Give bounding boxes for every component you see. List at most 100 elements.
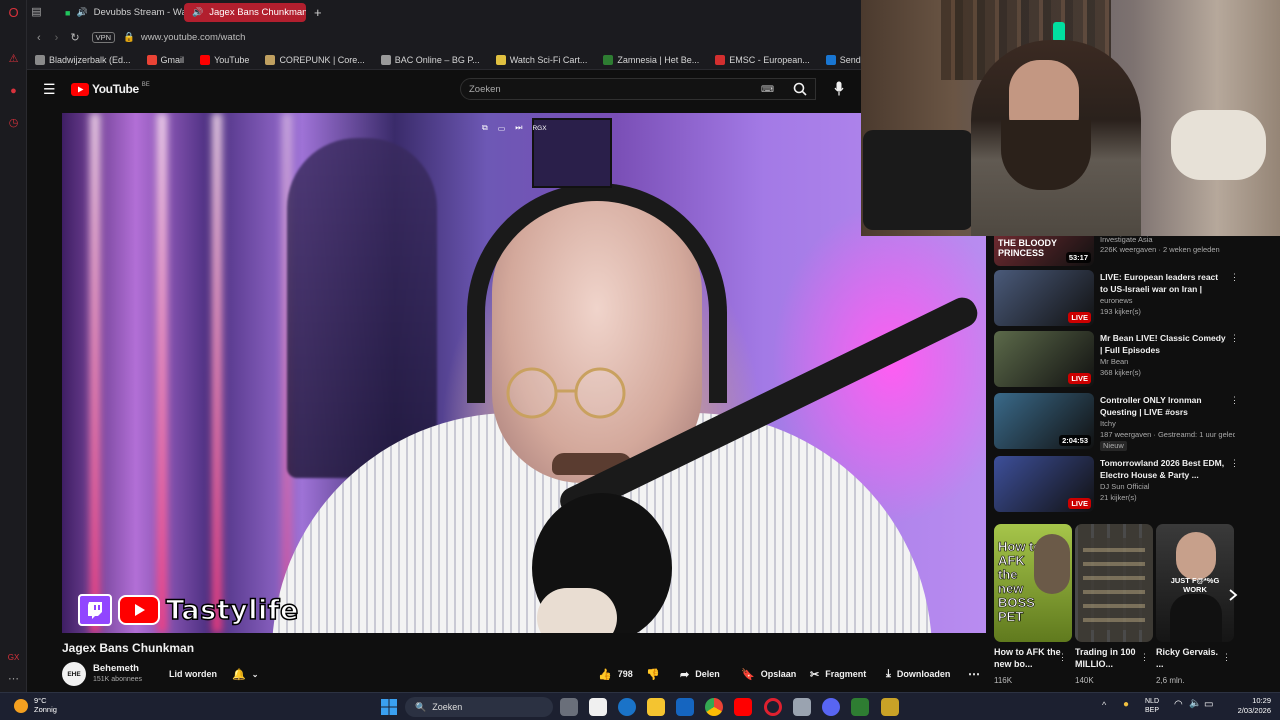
short-menu-icon[interactable]: ⋮ [1140,652,1149,663]
calculator-icon[interactable] [793,698,811,716]
gx-icon[interactable]: GX [6,650,21,665]
tray-chevron-icon[interactable]: ^ [1102,700,1106,710]
join-button[interactable]: Lid worden [169,664,217,684]
tab-menu-icon[interactable]: ▤ [29,5,44,20]
short-thumbnail[interactable]: How to AFK the new BOSS PET [994,524,1072,642]
reload-icon[interactable]: ↻ [70,31,79,44]
short-title[interactable]: Trading in 100 MILLIO... [1075,646,1147,670]
recommendation-channel[interactable]: Mr Bean [1100,357,1235,367]
tab-jagex[interactable]: 🔊 Jagex Bans Chunkman [184,3,306,22]
history-icon[interactable]: ◷ [6,116,21,131]
app-icon[interactable] [851,698,869,716]
keyboard-icon[interactable]: ⌨ [761,84,774,95]
share-button[interactable]: ➦ Delen [680,664,720,684]
bookmark-item[interactable]: Send or Transfer... [818,54,861,65]
bookmark-item[interactable]: BAC Online – BG P... [373,54,488,65]
recommendation-title[interactable]: Controller ONLY Ironman Questing | LIVE … [1100,395,1226,418]
url-field[interactable]: www.youtube.com/watch [141,32,246,43]
bookmark-item[interactable]: Zamnesia | Het Be... [595,54,707,65]
league-icon[interactable] [881,698,899,716]
recommendation-title[interactable]: Tomorrowland 2026 Best EDM, Electro Hous… [1100,458,1226,481]
more-actions-button[interactable]: ⋯ [968,664,980,684]
save-button[interactable]: 🔖 Opslaan [741,664,796,684]
store-icon[interactable] [589,698,607,716]
windows-start-icon[interactable] [381,699,397,715]
bookmark-item[interactable]: YouTube [192,54,257,65]
taskbar-search[interactable]: 🔍 Zoeken [405,697,553,717]
tray-app-icon[interactable]: ● [1123,699,1129,710]
short-thumbnail[interactable]: JUST F@*%G WORK [1156,524,1234,642]
notifications-button[interactable]: 🔔 ⌄ [232,664,258,684]
more-options-icon[interactable]: ⋮ [1230,458,1239,469]
short-thumbnail[interactable] [1075,524,1153,642]
player-extension-label[interactable]: RGX [532,125,546,132]
recommendation-title[interactable]: LIVE: European leaders react to US-Israe… [1100,272,1226,296]
recommendation-title[interactable]: Mr Bean LIVE! Classic Comedy | Full Epis… [1100,333,1226,356]
bookmark-item[interactable]: COREPUNK | Core... [257,54,372,65]
theater-icon[interactable]: ▭ [498,124,506,133]
bookmark-item[interactable]: EMSC - European... [707,54,818,65]
video-player[interactable]: ⧉ ▭ ⏭ RGX Tastylife [62,113,986,633]
search-input[interactable]: Zoeken ⌨ [460,78,816,100]
youtube-app-icon[interactable] [734,698,752,716]
microphone-icon[interactable] [834,81,844,96]
subscriber-count: 151K abonnees [93,676,143,683]
bookmark-item[interactable]: Watch Sci-Fi Cart... [488,54,596,65]
recommendation-thumbnail[interactable]: LIVE [994,331,1094,387]
recommendation-item[interactable]: LIVE Tomorrowland 2026 Best EDM, Electro … [994,456,1244,514]
channel-name[interactable]: Behemeth [93,663,139,674]
new-tab-button[interactable]: + [310,3,330,22]
recommendation-thumbnail[interactable]: LIVE [994,456,1094,512]
vpn-badge[interactable]: VPN [91,32,115,43]
recommendation-item[interactable]: 2:04:53 Controller ONLY Ironman Questing … [994,393,1244,451]
next-icon[interactable]: ⏭ [515,123,522,133]
messenger-icon[interactable]: ● [6,84,21,99]
recommendation-channel[interactable]: DJ Sun Official [1100,482,1235,492]
weather-widget[interactable]: 9°C Zonnig [34,696,57,714]
language-indicator[interactable]: NLD BEP [1145,697,1159,715]
more-options-icon[interactable]: ⋮ [1230,333,1239,344]
like-button[interactable]: 👍 798 [598,664,633,684]
recommendation-thumbnail[interactable]: 53:17 THE BLOODY PRINCESS [994,236,1094,266]
file-explorer-icon[interactable] [647,698,665,716]
recommendation-channel[interactable]: Itchy [1100,419,1235,429]
short-menu-icon[interactable]: ⋮ [1058,652,1067,663]
more-icon[interactable]: ⋯ [6,672,21,687]
channel-avatar[interactable]: EHE [62,662,86,686]
recommendation-thumbnail[interactable]: 2:04:53 [994,393,1094,449]
more-options-icon[interactable]: ⋮ [1230,395,1239,406]
back-icon[interactable]: ‹ [37,32,41,44]
recommendation-channel[interactable]: euronews [1100,296,1235,306]
bookmark-item[interactable]: Bladwijzerbalk (Ed... [27,54,139,65]
youtube-logo[interactable]: YouTube BE [71,82,150,96]
download-button[interactable]: ⤓ Downloaden [886,664,950,684]
task-view-icon[interactable] [560,698,578,716]
clip-button[interactable]: ✂ Fragment [810,664,866,684]
sun-icon[interactable] [14,699,28,713]
battery-icon[interactable]: ▭ [1204,699,1213,710]
opera-gx-icon[interactable] [764,698,782,716]
search-icon[interactable] [793,82,807,96]
volume-icon[interactable]: 🔈 [1189,698,1201,709]
bookmark-item[interactable]: Gmail [139,54,193,65]
more-options-icon[interactable]: ⋮ [1230,272,1239,283]
dislike-button[interactable]: 👎 [646,664,660,684]
chrome-icon[interactable] [705,698,723,716]
forward-icon[interactable]: › [55,32,59,44]
outlook-icon[interactable] [676,698,694,716]
short-title[interactable]: Ricky Gervais. ... [1156,646,1228,670]
wifi-icon[interactable]: ◠ [1174,699,1183,710]
miniplayer-icon[interactable]: ⧉ [482,123,488,133]
recommendation-item[interactable]: LIVE LIVE: European leaders react to US-I… [994,270,1244,328]
menu-icon[interactable]: ☰ [43,81,56,98]
chevron-right-icon[interactable] [1227,588,1239,602]
recommendation-item[interactable]: LIVE Mr Bean LIVE! Classic Comedy | Full … [994,331,1244,389]
recommendation-thumbnail[interactable]: LIVE [994,270,1094,326]
short-title[interactable]: How to AFK the new bo... [994,646,1066,670]
warning-icon[interactable]: ⚠ [6,52,21,67]
edge-icon[interactable] [618,698,636,716]
clock[interactable]: 10:29 2/03/2026 [1219,696,1271,716]
discord-icon[interactable] [822,698,840,716]
opera-logo-icon[interactable]: O [6,5,21,20]
short-menu-icon[interactable]: ⋮ [1222,652,1231,663]
